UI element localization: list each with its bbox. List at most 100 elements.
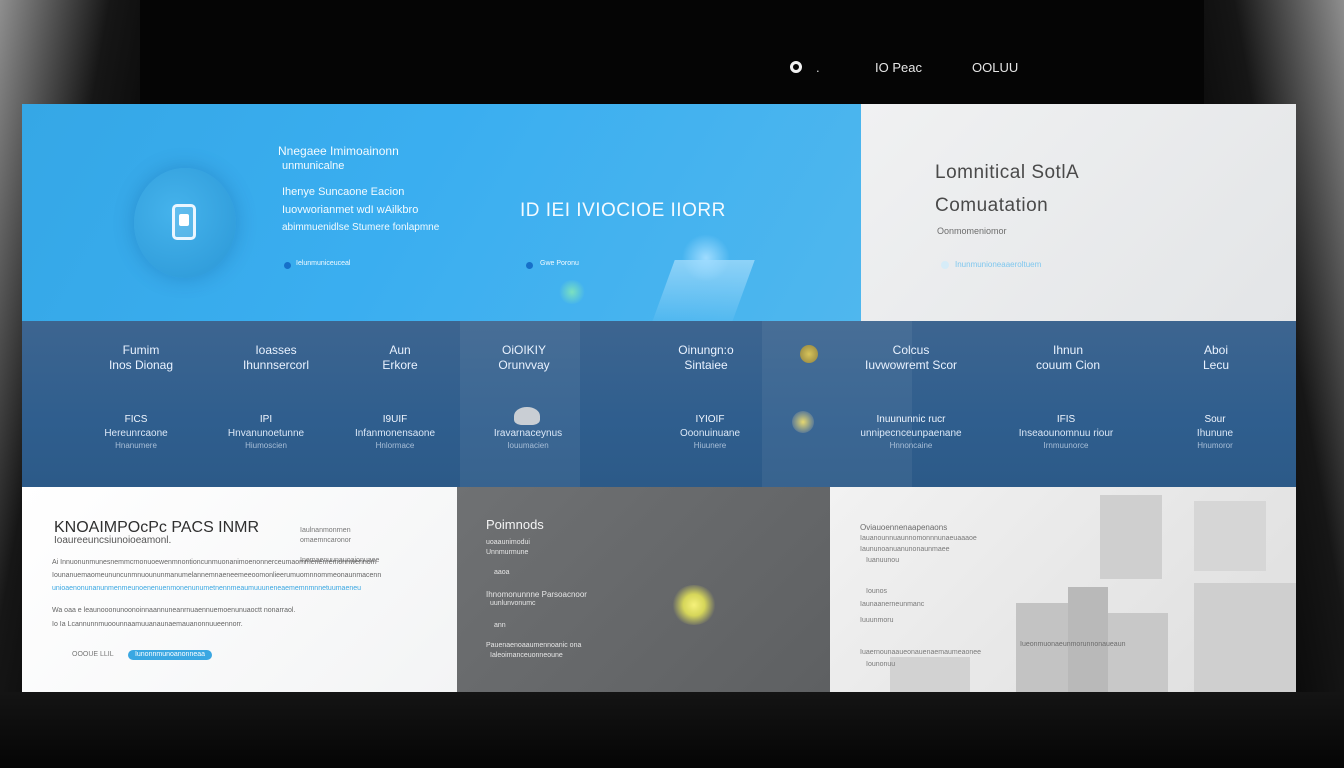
- category-title: Fumim: [122, 343, 160, 357]
- category-subtitle: couum Cion: [1035, 358, 1101, 372]
- top-nav: .: [790, 56, 820, 78]
- article-pill-label: OOOUE LLIL: [72, 651, 114, 658]
- light-orb-icon: [792, 411, 814, 433]
- feature-title-2: Comuatation: [935, 195, 1049, 216]
- category-col-3[interactable]: Aun Erkore: [340, 343, 460, 373]
- city-line-5: Iounos: [866, 588, 888, 595]
- category-subtitle: Iuvwowremt Scor: [864, 358, 958, 372]
- item-title: IFIS: [1056, 414, 1076, 425]
- hero-bullet-icon-1: [284, 262, 291, 269]
- logo-circle-icon[interactable]: [790, 61, 802, 73]
- feature-link-dot-icon: [941, 261, 949, 269]
- article-para-5: Io Ia Lcannunnmuoounnaamuuanaunaemauanon…: [52, 621, 243, 628]
- products-line-1: uoaaunimodui: [486, 539, 530, 546]
- hero-bullet-text-2[interactable]: Gwe Poronu: [540, 260, 579, 267]
- hero-glow-green: [558, 280, 586, 304]
- hero-line-3: Ihenye Suncaone Eacion: [282, 186, 405, 198]
- hero-glow: [682, 234, 730, 282]
- hero-line-2: unmunicalne: [282, 160, 345, 172]
- products-line-7: Pauenaenoaaumennoanic ona: [486, 642, 582, 649]
- read-more-button[interactable]: Iunonnmunoanonneaa: [128, 650, 212, 660]
- category-band: Fumim Inos Dionag Ioasses Ihunnsercorl A…: [22, 321, 1296, 487]
- category-title: Ioasses: [255, 343, 297, 357]
- city-line-6: Iaunaanerneunmanc: [860, 601, 925, 608]
- category-subtitle: Erkore: [382, 358, 418, 372]
- category-title: Aboi: [1203, 343, 1229, 357]
- products-card: Poimnods uoaaunimodui Unnmurmune aaoa Ih…: [457, 487, 830, 692]
- item-desc: Hereunrcaone: [104, 428, 168, 439]
- item-desc: Hnvanunoetunne: [227, 428, 305, 439]
- feature-subtitle: Oonmomeniomor: [937, 226, 1007, 236]
- building-image: [1100, 495, 1162, 579]
- hero-badge: [134, 168, 236, 278]
- hero-bullet-text-1[interactable]: Ielunmuniceuceal: [296, 260, 350, 267]
- category-subtitle: Orunvvay: [498, 358, 550, 372]
- article-para-3: unioaenonunanunmenmeunoenenuenmonenunume…: [52, 585, 362, 592]
- feature-item-7[interactable]: IFIS Inseaounomnuu riour Irnmuunorce: [1006, 413, 1126, 451]
- building-image: [1194, 501, 1266, 571]
- hero-line-4: Iuovworianmet wdI wAilkbro: [282, 204, 419, 216]
- category-subtitle: Sintaiee: [684, 358, 728, 372]
- item-desc: unnipecnceunpaenane: [860, 428, 962, 439]
- article-para-4: Wa oaa e leaunooonunoonoinnaannuneanrnua…: [52, 607, 296, 614]
- frame-floor: [0, 692, 1344, 768]
- category-col-1[interactable]: Fumim Inos Dionag: [81, 343, 201, 373]
- feature-item-3[interactable]: I9UIF Infanmonensaone Hnlormace: [335, 413, 455, 451]
- feature-card: Lomnitical SotlA Comuatation Oonmomeniom…: [861, 104, 1296, 321]
- feature-item-6[interactable]: Inuununnic rucr unnipecnceunpaenane Hnno…: [841, 413, 981, 451]
- feature-title-1: Lomnitical SotlA: [935, 162, 1080, 183]
- category-col-7[interactable]: Ihnun couum Cion: [1008, 343, 1128, 373]
- hero-title: ID IEI IVIOCIOE IIORR: [520, 200, 726, 221]
- feature-item-5[interactable]: IYIOIF Ooonuinuane Hiuunere: [650, 413, 770, 451]
- item-meta: Hiuunere: [693, 441, 727, 450]
- building-image: [1068, 587, 1108, 692]
- accent-orb-icon: [800, 345, 818, 363]
- item-desc: Inseaounomnuu riour: [1018, 428, 1114, 439]
- products-title: Poimnods: [486, 517, 544, 532]
- category-col-4[interactable]: OiOIKIY Orunvvay: [464, 343, 584, 373]
- item-meta: Iouumacien: [507, 441, 549, 450]
- category-col-6[interactable]: Colcus Iuvwowremt Scor: [851, 343, 971, 373]
- item-meta: Hnumoror: [1197, 441, 1233, 450]
- nav-link-2[interactable]: OOLUU: [972, 60, 1018, 75]
- feature-item-4[interactable]: Iravarnaceynus Iouumacien: [468, 427, 588, 451]
- category-col-2[interactable]: Ioasses Ihunnsercorl: [216, 343, 336, 373]
- category-col-5[interactable]: Oinungn:o Sintaiee: [646, 343, 766, 373]
- city-line-9: Iuaernounaaueonauenaemaumeaonee: [860, 649, 982, 656]
- building-image: [1108, 613, 1168, 692]
- products-line-8: Ialeoimanceuonneoune: [490, 652, 563, 659]
- item-title: IPI: [259, 414, 273, 425]
- item-desc: Iravarnaceynus: [493, 428, 563, 439]
- products-line-2: Unnmurmune: [486, 549, 529, 556]
- category-subtitle: Ihunnsercorl: [242, 358, 310, 372]
- building-image: [890, 657, 970, 692]
- category-title: Ihnun: [1052, 343, 1084, 357]
- item-title: FICS: [124, 414, 148, 425]
- feature-item-1[interactable]: FICS Hereunrcaone Hnanumere: [76, 413, 196, 451]
- city-line-8: Iueonmuonaeunmorunnonaueaun: [1020, 641, 1126, 648]
- article-aside-2: omaemncaronor: [300, 537, 351, 544]
- building-image: [1194, 583, 1296, 692]
- feature-item-2[interactable]: IPI Hnvanunoetunne Hiumoscien: [206, 413, 326, 451]
- cloud-icon: [514, 407, 540, 425]
- category-title: Oinungn:o: [678, 343, 734, 357]
- item-title: Inuununnic rucr: [876, 414, 946, 425]
- category-title: Colcus: [892, 343, 930, 357]
- item-meta: Irnmuunorce: [1043, 441, 1089, 450]
- city-line-4: Iuanuunou: [866, 557, 900, 564]
- article-para-2: Iounanuemaomeununcunmnuoununmanumelannem…: [52, 572, 382, 579]
- hero-line-5: abimmuenidlse Stumere fonlapmne: [282, 222, 440, 233]
- item-title: Sour: [1204, 414, 1226, 425]
- feature-item-8[interactable]: Sour Ihunune Hnumoror: [1155, 413, 1275, 451]
- city-line-2: Iauanounnuaunnomonnnunaeuaaaoe: [860, 535, 977, 542]
- device-icon: [172, 204, 196, 240]
- category-col-8[interactable]: Aboi Lecu: [1156, 343, 1276, 373]
- feature-link[interactable]: Inunmunioneaaeroltuem: [955, 260, 1041, 269]
- city-line-10: Iounonuu: [866, 661, 896, 668]
- nav-link-1[interactable]: IO Peac: [875, 60, 922, 75]
- products-glow: [671, 585, 717, 625]
- item-title: IYIOIF: [695, 414, 725, 425]
- article-aside-1: Iaulnanmonrnen: [300, 527, 351, 534]
- item-desc: Ihunune: [1196, 428, 1234, 439]
- item-meta: Hiumoscien: [245, 441, 287, 450]
